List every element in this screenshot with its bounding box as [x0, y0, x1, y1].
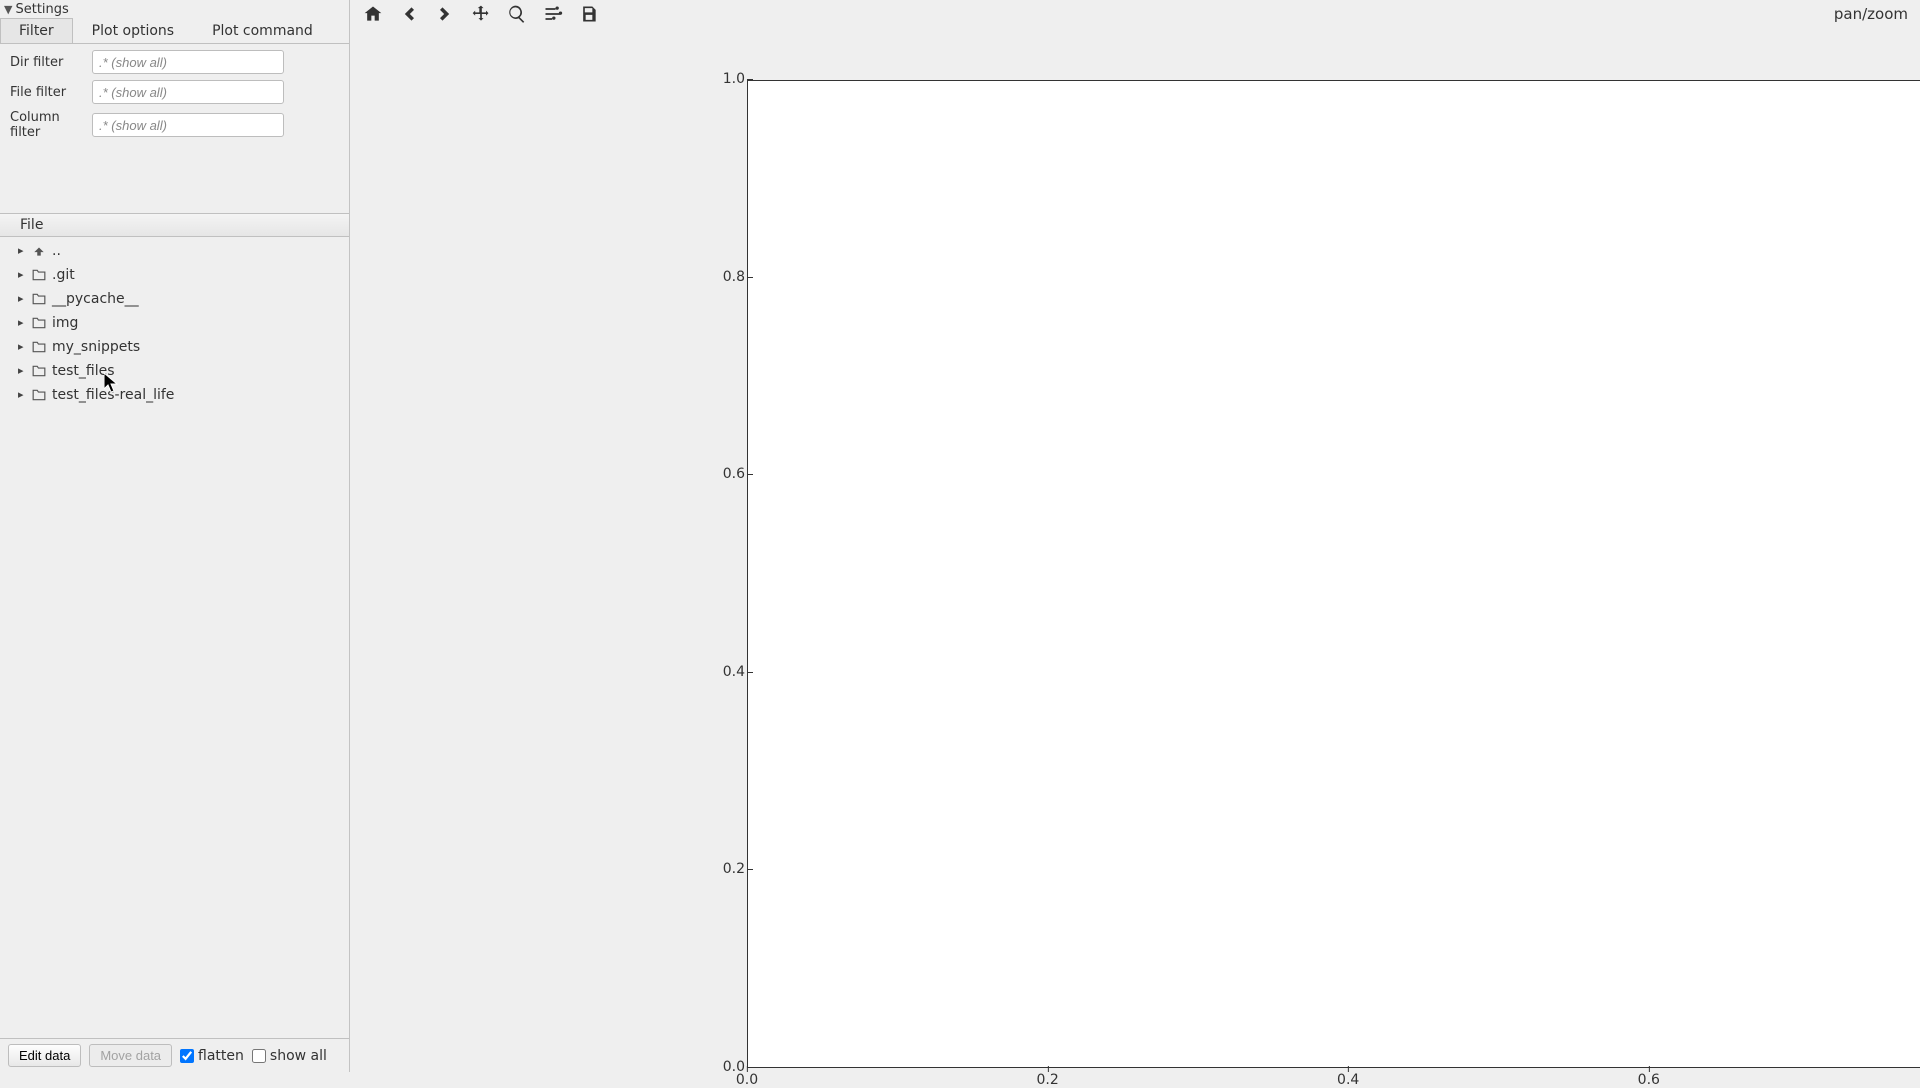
chevron-right-icon: ▸	[18, 289, 28, 309]
xtick: 0.4	[1337, 1072, 1359, 1088]
chevron-right-icon: ▸	[18, 241, 28, 261]
tree-item-img[interactable]: ▸ img	[0, 311, 349, 335]
tree-item-label: __pycache__	[52, 289, 139, 309]
tree-item-label: ..	[52, 241, 61, 261]
chevron-right-icon: ▸	[18, 337, 28, 357]
home-icon[interactable]	[355, 0, 391, 28]
folder-icon	[32, 365, 48, 377]
tree-item-label: my_snippets	[52, 337, 140, 357]
ytick: 0.2	[685, 861, 745, 877]
dir-filter-input[interactable]	[92, 50, 284, 74]
filter-pane: Dir filter File filter Column filter	[0, 43, 349, 213]
toolbar-status: pan/zoom	[1834, 5, 1916, 23]
pan-icon[interactable]	[463, 0, 499, 28]
bottom-bar: Edit data Move data flatten show all	[0, 1038, 349, 1072]
show-all-checkbox-input[interactable]	[252, 1049, 266, 1063]
show-all-checkbox[interactable]: show all	[252, 1048, 327, 1064]
folder-icon	[32, 317, 48, 329]
plot-area[interactable]: 0.00.20.40.60.81.0 0.00.20.40.60.81.0	[351, 28, 1920, 1072]
ytick: 1.0	[685, 71, 745, 87]
chevron-right-icon: ▸	[18, 361, 28, 381]
xtick: 0.6	[1638, 1072, 1660, 1088]
column-filter-input[interactable]	[92, 113, 284, 137]
tree-item-test-files[interactable]: ▸ test_files	[0, 359, 349, 383]
chevron-right-icon: ▸	[18, 313, 28, 333]
tab-plot-options[interactable]: Plot options	[73, 18, 193, 43]
show-all-label: show all	[270, 1048, 327, 1064]
back-icon[interactable]	[391, 0, 427, 28]
ytick: 0.4	[685, 664, 745, 680]
tree-item-label: test_files-real_life	[52, 385, 174, 405]
tree-item-label: .git	[52, 265, 75, 285]
flatten-checkbox[interactable]: flatten	[180, 1048, 244, 1064]
up-folder-icon	[32, 245, 48, 257]
tabs: Filter Plot options Plot command	[0, 18, 349, 43]
chevron-down-icon: ▼	[4, 3, 12, 16]
tree-item--[interactable]: ▸..	[0, 239, 349, 263]
flatten-checkbox-input[interactable]	[180, 1049, 194, 1063]
tab-filter[interactable]: Filter	[0, 18, 73, 43]
folder-icon	[32, 269, 48, 281]
folder-icon	[32, 389, 48, 401]
flatten-label: flatten	[198, 1048, 244, 1064]
chevron-right-icon: ▸	[18, 265, 28, 285]
plot-toolbar: pan/zoom	[351, 0, 1920, 28]
xtick: 0.0	[736, 1072, 758, 1088]
tree-header[interactable]: File	[0, 213, 349, 237]
folder-icon	[32, 341, 48, 353]
xtick: 0.2	[1036, 1072, 1058, 1088]
column-filter-label: Column filter	[10, 110, 88, 140]
zoom-icon[interactable]	[499, 0, 535, 28]
ytick: 0.8	[685, 269, 745, 285]
edit-data-button[interactable]: Edit data	[8, 1044, 81, 1067]
tree-item-label: img	[52, 313, 78, 333]
save-icon[interactable]	[571, 0, 607, 28]
folder-icon	[32, 293, 48, 305]
tree-item--git[interactable]: ▸ .git	[0, 263, 349, 287]
file-tree: ▸..▸.git▸__pycache__▸img▸my_snippets▸tes…	[0, 237, 349, 1038]
tree-item--pycache-[interactable]: ▸ __pycache__	[0, 287, 349, 311]
main: pan/zoom 0.00.20.40.60.81.0 0.00.20.40.6…	[351, 0, 1920, 1072]
move-data-button[interactable]: Move data	[89, 1044, 172, 1067]
chevron-right-icon: ▸	[18, 385, 28, 405]
settings-header[interactable]: ▼ Settings	[0, 0, 349, 18]
configure-icon[interactable]	[535, 0, 571, 28]
tree-item-label: test_files	[52, 361, 115, 381]
tree-item-my-snippets[interactable]: ▸ my_snippets	[0, 335, 349, 359]
settings-title: Settings	[15, 2, 68, 17]
plot-axes[interactable]	[747, 80, 1920, 1068]
dir-filter-label: Dir filter	[10, 55, 88, 70]
ytick: 0.6	[685, 466, 745, 482]
file-filter-input[interactable]	[92, 80, 284, 104]
tree-item-test-files-real-life[interactable]: ▸ test_files-real_life	[0, 383, 349, 407]
file-filter-label: File filter	[10, 85, 88, 100]
sidebar: ▼ Settings Filter Plot options Plot comm…	[0, 0, 350, 1072]
forward-icon[interactable]	[427, 0, 463, 28]
tab-plot-command[interactable]: Plot command	[193, 18, 332, 43]
